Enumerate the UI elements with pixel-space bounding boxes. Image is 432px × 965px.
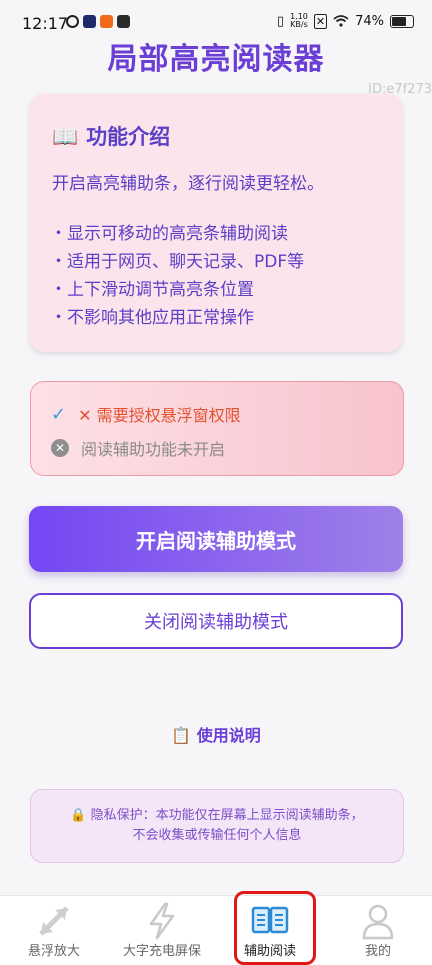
shopping-app-icon xyxy=(100,15,113,28)
overlay-permission-row[interactable]: ✓ ✕ 需要授权悬浮窗权限 xyxy=(51,402,241,426)
person-icon xyxy=(362,904,394,940)
lightning-icon xyxy=(149,902,175,940)
tab-floating-zoom[interactable]: 悬浮放大 xyxy=(0,896,108,965)
app-notification-icon xyxy=(66,15,79,28)
network-speed: 1.10 KB/s xyxy=(290,13,308,29)
permission-status-text: ✕ 需要授权悬浮窗权限 xyxy=(78,406,241,425)
status-right: ▯ 1.10 KB/s ✕ 74% xyxy=(277,13,414,29)
feature-item: ・显示可移动的高亮条辅助阅读 xyxy=(50,224,288,244)
book-icon: 📖 xyxy=(52,125,79,149)
feature-item: ・上下滑动调节高亮条位置 xyxy=(50,280,254,300)
feature-intro-card: 📖 功能介绍 开启高亮辅助条，逐行阅读更轻松。 ・显示可移动的高亮条辅助阅读 ・适… xyxy=(30,94,402,352)
privacy-notice: 🔒 隐私保护：本功能仅在屏幕上显示阅读辅助条， 不会收集或传输任何个人信息 xyxy=(30,789,404,863)
battery-icon xyxy=(390,14,414,28)
function-status-text: 阅读辅助功能未开启 xyxy=(81,440,226,459)
help-link-label: 使用说明 xyxy=(196,726,261,745)
message-app-icon xyxy=(117,15,130,28)
feature-list: ・显示可移动的高亮条辅助阅读 ・适用于网页、聊天记录、PDF等 ・上下滑动调节高… xyxy=(50,220,304,332)
privacy-line-2: 不会收集或传输任何个人信息 xyxy=(132,828,302,843)
sim-off-icon: ✕ xyxy=(313,13,328,29)
intro-description: 开启高亮辅助条，逐行阅读更轻松。 xyxy=(52,174,324,194)
function-status-row: ✕ 阅读辅助功能未开启 xyxy=(51,436,225,460)
page-title: 局部高亮阅读器 xyxy=(107,42,325,77)
vibrate-icon: ▯ xyxy=(276,13,285,29)
clipboard-icon: 📋 xyxy=(171,726,192,745)
close-circle-icon: ✕ xyxy=(51,439,69,457)
tab-large-text-screensaver[interactable]: 大字充电屏保 xyxy=(108,896,216,965)
tab-label: 大字充电屏保 xyxy=(122,944,201,959)
intro-title: 📖 功能介绍 xyxy=(52,121,170,151)
notification-icons xyxy=(66,15,130,28)
play-app-icon xyxy=(83,15,96,28)
help-link[interactable]: 📋 使用说明 xyxy=(0,722,432,746)
battery-percent: 74% xyxy=(355,13,384,29)
tab-label: 辅助阅读 xyxy=(243,944,296,959)
open-book-icon xyxy=(251,906,289,934)
status-time: 12:17 xyxy=(22,14,69,33)
feature-item: ・适用于网页、聊天记录、PDF等 xyxy=(50,252,305,272)
bottom-tab-bar: 悬浮放大 大字充电屏保 辅助阅读 我的 xyxy=(0,895,432,965)
disable-reading-mode-button[interactable]: 关闭阅读辅助模式 xyxy=(29,593,403,649)
intro-title-text: 功能介绍 xyxy=(86,125,171,149)
wifi-icon xyxy=(333,15,349,27)
check-icon: ✓ xyxy=(51,403,67,425)
tab-mine[interactable]: 我的 xyxy=(324,896,432,965)
tab-label: 我的 xyxy=(364,944,391,959)
expand-arrows-icon xyxy=(39,906,69,936)
enable-reading-mode-button[interactable]: 开启阅读辅助模式 xyxy=(29,506,403,572)
tab-label: 悬浮放大 xyxy=(27,944,80,959)
net-speed-unit: KB/s xyxy=(290,20,308,29)
tab-assisted-reading[interactable]: 辅助阅读 xyxy=(216,896,324,965)
feature-item: ・不影响其他应用正常操作 xyxy=(50,308,254,328)
privacy-line-1: 🔒 隐私保护：本功能仅在屏幕上显示阅读辅助条， xyxy=(70,808,364,823)
permission-status-card: ✓ ✕ 需要授权悬浮窗权限 ✕ 阅读辅助功能未开启 xyxy=(30,381,404,476)
